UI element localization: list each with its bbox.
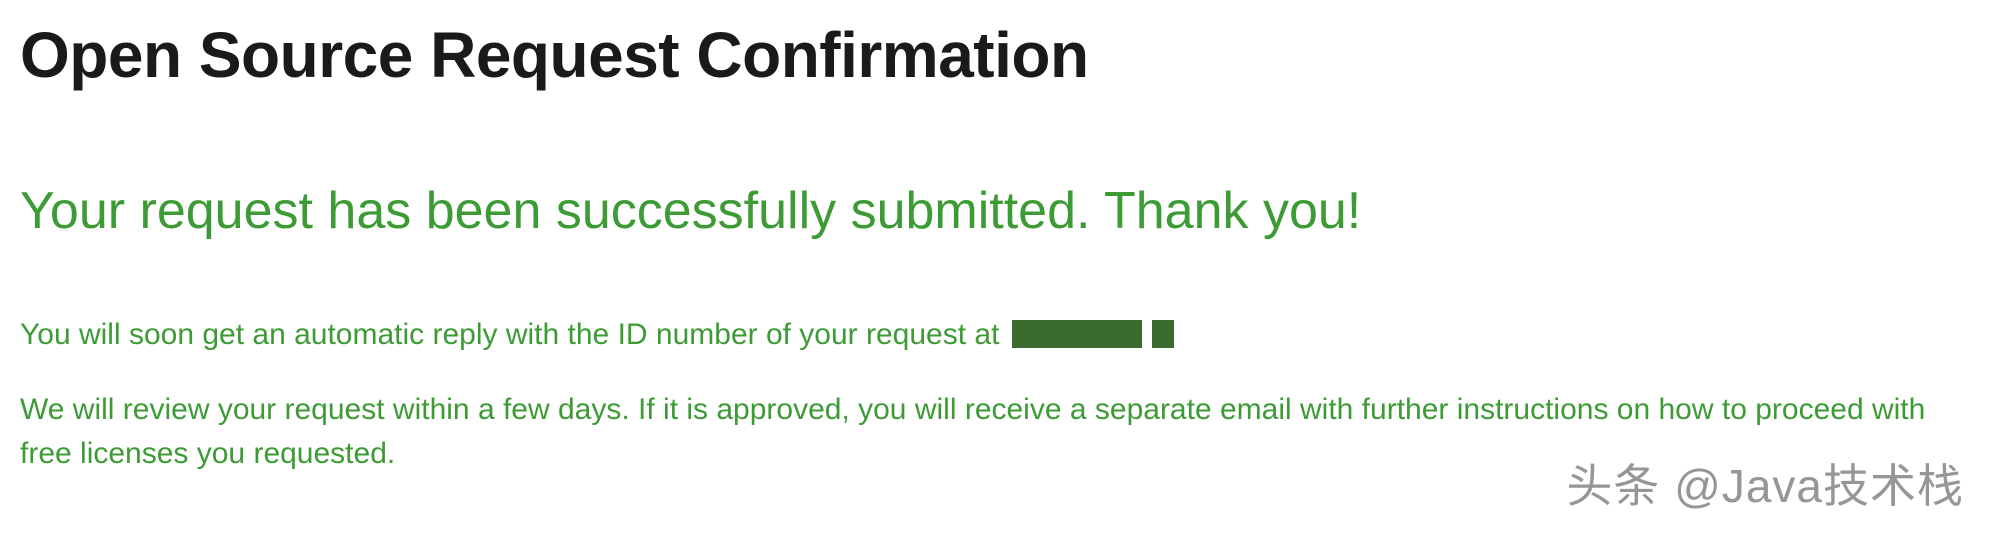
redacted-email [1012,320,1142,348]
auto-reply-paragraph: You will soon get an automatic reply wit… [20,313,1972,357]
success-heading: Your request has been successfully submi… [20,180,1972,242]
review-paragraph: We will review your request within a few… [20,388,1972,475]
auto-reply-text: You will soon get an automatic reply wit… [20,318,999,351]
page-title: Open Source Request Confirmation [20,20,1972,90]
